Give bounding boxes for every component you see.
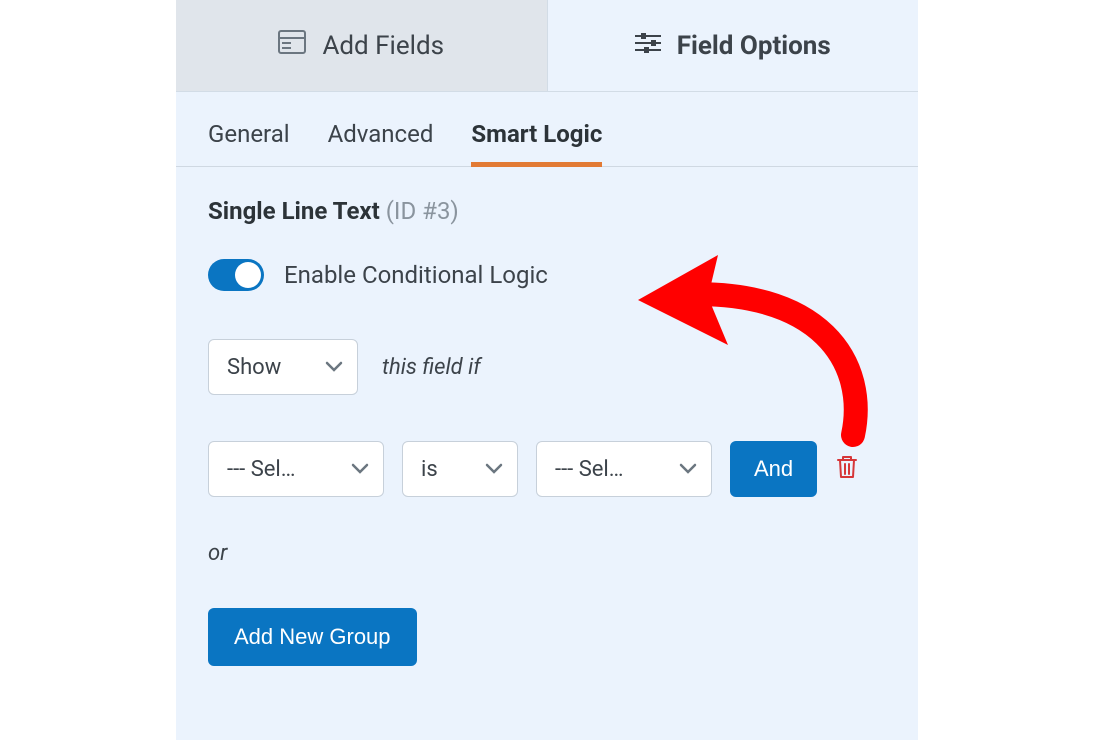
or-label: or <box>208 541 886 566</box>
chevron-down-icon <box>351 463 369 475</box>
delete-rule-button[interactable] <box>835 454 859 484</box>
field-id: (ID #3) <box>386 197 459 225</box>
top-tabs: Add Fields Field Options <box>176 0 918 92</box>
sliders-icon <box>635 31 661 61</box>
subtab-smart-logic[interactable]: Smart Logic <box>471 120 602 166</box>
rule-value-value: --- Sel… <box>555 457 624 482</box>
conditional-logic-toggle-label: Enable Conditional Logic <box>284 261 548 289</box>
rule-field-value: --- Sel… <box>227 457 296 482</box>
toggle-knob <box>235 262 261 288</box>
add-new-group-button[interactable]: Add New Group <box>208 608 417 666</box>
chevron-down-icon <box>325 361 343 373</box>
trash-icon <box>835 454 859 484</box>
conditional-toggle-row: Enable Conditional Logic <box>208 259 886 291</box>
layout-icon <box>278 30 306 61</box>
field-options-panel: Add Fields Field Options General Advance… <box>176 0 918 740</box>
tab-field-options[interactable]: Field Options <box>548 0 919 91</box>
action-select-value: Show <box>227 355 281 380</box>
field-name: Single Line Text <box>208 197 380 225</box>
rule-operator-select[interactable]: is <box>402 441 518 497</box>
action-row: Show this field if <box>208 339 886 395</box>
chevron-down-icon <box>679 463 697 475</box>
subtab-general[interactable]: General <box>208 120 290 166</box>
smart-logic-content: Single Line Text (ID #3) Enable Conditio… <box>176 197 918 666</box>
rule-field-select[interactable]: --- Sel… <box>208 441 384 497</box>
action-select[interactable]: Show <box>208 339 358 395</box>
sub-tabs: General Advanced Smart Logic <box>176 92 918 167</box>
tab-field-options-label: Field Options <box>677 31 831 61</box>
chevron-down-icon <box>485 463 503 475</box>
and-button[interactable]: And <box>730 441 817 497</box>
tab-add-fields[interactable]: Add Fields <box>176 0 548 91</box>
tab-add-fields-label: Add Fields <box>322 31 444 61</box>
rule-operator-value: is <box>421 457 438 482</box>
rule-value-select[interactable]: --- Sel… <box>536 441 712 497</box>
action-suffix-label: this field if <box>382 355 481 380</box>
conditional-logic-toggle[interactable] <box>208 259 264 291</box>
field-title: Single Line Text (ID #3) <box>208 197 886 225</box>
rule-row: --- Sel… is --- Sel… And <box>208 441 886 497</box>
subtab-advanced[interactable]: Advanced <box>328 120 434 166</box>
